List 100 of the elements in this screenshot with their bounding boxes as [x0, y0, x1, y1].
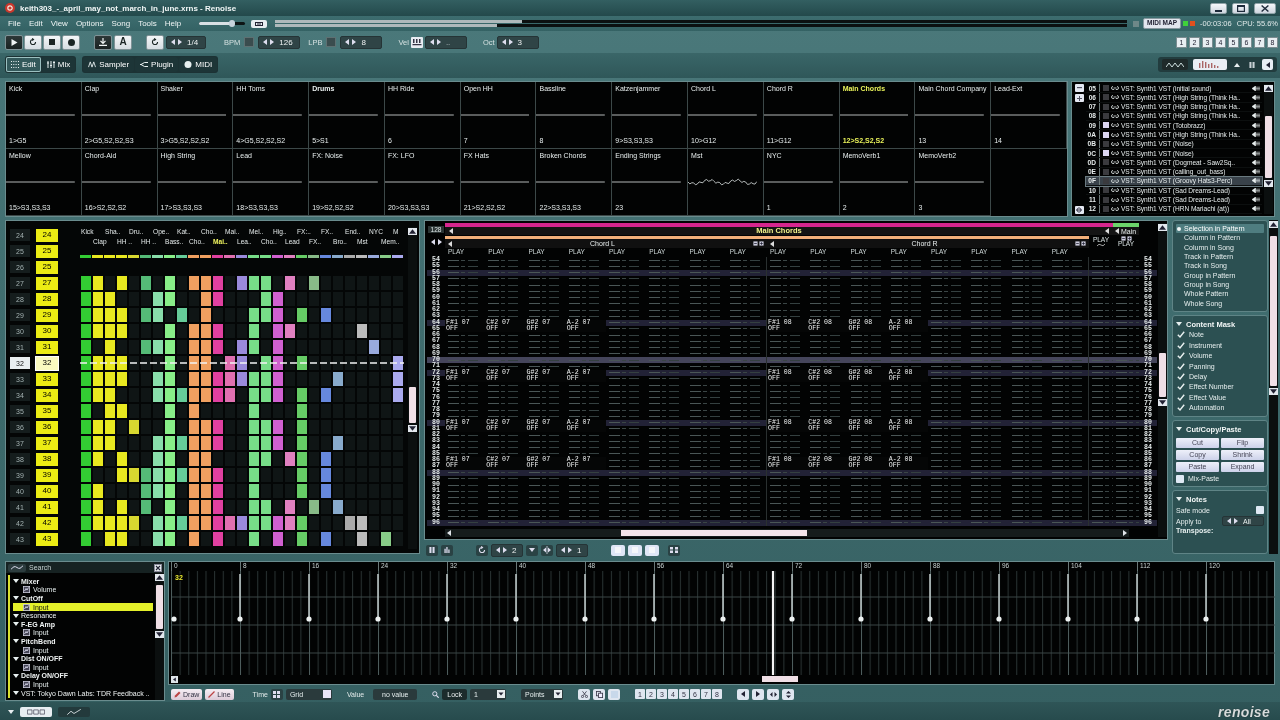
volume-slider-track[interactable]: [199, 22, 246, 25]
lpb-checkbox[interactable]: [326, 37, 337, 47]
oscilloscope-button[interactable]: [1162, 59, 1188, 70]
split-button[interactable]: [541, 544, 553, 556]
toggle-button[interactable]: [611, 544, 625, 556]
block-loop-button[interactable]: [146, 34, 164, 50]
lpb-field[interactable]: 8: [340, 35, 383, 49]
pattern-slot[interactable]: 36: [36, 420, 58, 434]
bpm-field[interactable]: 126: [258, 35, 301, 49]
toggle-button[interactable]: [645, 544, 659, 556]
vertical-scrollbar[interactable]: [155, 573, 164, 700]
spectrum-button[interactable]: [1193, 59, 1227, 70]
pattern-matrix[interactable]: [80, 275, 404, 547]
view-tab[interactable]: Edit: [6, 57, 41, 72]
chevron-icon: [140, 61, 149, 68]
scope-toggle-button[interactable]: [251, 19, 268, 28]
scrollbar-thumb[interactable]: [409, 387, 416, 423]
pattern-slot[interactable]: 40: [36, 484, 58, 498]
vertical-scrollbar[interactable]: [1158, 223, 1167, 537]
menu-item[interactable]: Song: [107, 19, 135, 28]
vertical-scrollbar[interactable]: [1269, 220, 1278, 554]
cut-button[interactable]: [578, 688, 591, 700]
scrollbar-thumb[interactable]: [621, 529, 807, 536]
pattern-slot[interactable]: 34: [36, 388, 58, 402]
split-button[interactable]: [1074, 206, 1084, 214]
pattern-slot[interactable]: 43: [36, 532, 58, 546]
pattern-slot[interactable]: 25: [36, 244, 58, 258]
track-count-field[interactable]: 2: [491, 543, 523, 557]
stop-button[interactable]: [43, 34, 61, 50]
scrollbar-thumb[interactable]: [1265, 116, 1272, 178]
column-count-field[interactable]: 1: [556, 543, 588, 557]
mix-paste-checkbox[interactable]: [1176, 474, 1184, 483]
loop-button[interactable]: [24, 34, 42, 50]
scrollbar-thumb[interactable]: [1159, 353, 1166, 397]
pattern-slot[interactable]: 29: [36, 308, 58, 322]
grid-button[interactable]: [270, 688, 283, 700]
envelope-view-button[interactable]: [58, 707, 90, 717]
vertical-scrollbar[interactable]: [408, 227, 417, 549]
double-arrow-button[interactable]: [767, 688, 780, 700]
scrollbar-thumb[interactable]: [762, 676, 798, 682]
pattern-slot[interactable]: 30: [36, 324, 58, 338]
pattern-slot[interactable]: 24: [36, 228, 58, 242]
menu-item[interactable]: Help: [160, 19, 186, 28]
loop-block-field[interactable]: 1/4: [166, 35, 206, 49]
pattern-slot[interactable]: 32: [36, 356, 58, 370]
bars-button[interactable]: [441, 544, 453, 556]
maximize-button[interactable]: [1232, 2, 1249, 14]
autoformat-button[interactable]: A: [114, 34, 132, 50]
minimize-button[interactable]: [1210, 2, 1227, 14]
menu-item[interactable]: View: [46, 19, 72, 28]
grid-button[interactable]: [668, 544, 680, 556]
paste-button[interactable]: [608, 688, 621, 700]
play-button[interactable]: [5, 34, 23, 50]
up-down-arrow-icon: [785, 690, 791, 698]
vertical-scrollbar[interactable]: [1264, 84, 1273, 214]
pattern-grid[interactable]: [427, 257, 1157, 526]
pattern-slot[interactable]: 37: [36, 436, 58, 450]
pattern-slot[interactable]: 42: [36, 516, 58, 530]
close-icon[interactable]: [154, 563, 162, 572]
dropdown-button[interactable]: [526, 544, 538, 556]
add-instrument-button[interactable]: [1074, 94, 1084, 102]
safe-mode-checkbox[interactable]: [1256, 506, 1264, 515]
slider-handle[interactable]: [229, 20, 236, 27]
right-arrow-button[interactable]: [752, 688, 765, 700]
menu-item[interactable]: File: [4, 19, 25, 28]
envelope-button[interactable]: [8, 563, 26, 572]
velocity-field[interactable]: ..: [424, 35, 467, 49]
pattern-slot[interactable]: 33: [36, 372, 58, 386]
column-toggle-icon: [1075, 241, 1086, 246]
pattern-slot[interactable]: 31: [36, 340, 58, 354]
menu-item[interactable]: Options: [71, 19, 108, 28]
caret-icon: [497, 690, 506, 698]
menu-item[interactable]: Edit: [24, 19, 47, 28]
toggle-button[interactable]: [628, 544, 642, 556]
pattern-slot[interactable]: 41: [36, 500, 58, 514]
pattern-slot[interactable]: 27: [36, 276, 58, 290]
scrollbar-thumb[interactable]: [1270, 236, 1277, 386]
record-button[interactable]: [62, 34, 80, 50]
scrollbar-thumb[interactable]: [156, 585, 163, 629]
pattern-slot[interactable]: 38: [36, 452, 58, 466]
left-arrow-button[interactable]: [1262, 59, 1273, 70]
columns-button[interactable]: [426, 544, 438, 556]
follow-button[interactable]: [94, 34, 112, 50]
remove-instrument-button[interactable]: [1074, 84, 1084, 92]
columns-button[interactable]: [1247, 59, 1257, 70]
close-button[interactable]: [1254, 2, 1276, 14]
automation-icon: [23, 603, 30, 611]
bpm-checkbox[interactable]: [244, 37, 255, 47]
horizontal-scrollbar[interactable]: [445, 528, 1129, 537]
pattern-view-button[interactable]: [20, 707, 52, 717]
pattern-slot[interactable]: 25: [36, 260, 58, 274]
pattern-slot[interactable]: 35: [36, 404, 58, 418]
menu-item[interactable]: Tools: [134, 19, 161, 28]
octave-field[interactable]: 3: [496, 35, 539, 49]
pattern-slot[interactable]: 39: [36, 468, 58, 482]
pattern-slot[interactable]: 28: [36, 292, 58, 306]
loop-button[interactable]: [476, 544, 488, 556]
up-down-arrow-button[interactable]: [782, 688, 795, 700]
copy-button[interactable]: [593, 688, 606, 700]
left-arrow-button[interactable]: [737, 688, 750, 700]
